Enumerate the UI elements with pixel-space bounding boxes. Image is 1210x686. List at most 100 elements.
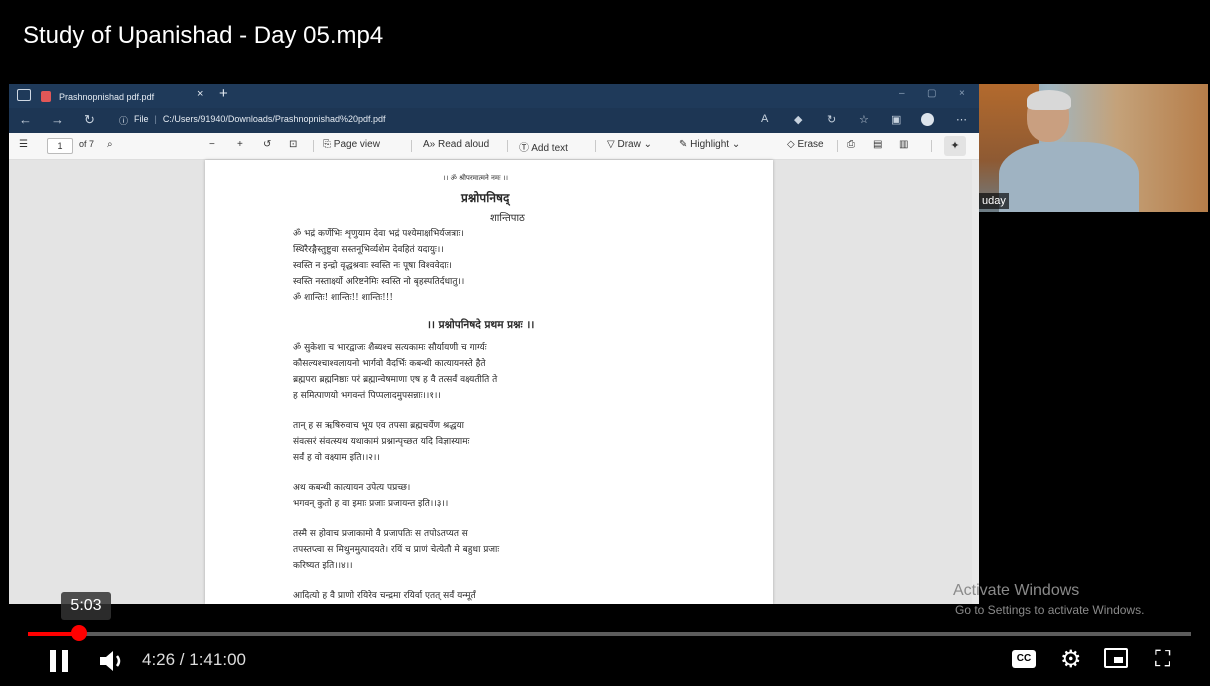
fit-page-icon[interactable]: ⊡	[289, 139, 297, 150]
miniplayer-icon[interactable]	[1104, 648, 1128, 668]
activate-windows-subtitle: Go to Settings to activate Windows.	[955, 603, 1145, 617]
webcam-video: uday	[979, 84, 1208, 212]
add-text-label: Add text	[531, 143, 568, 154]
url-field[interactable]: ⓘ File | C:/Users/91940/Downloads/Prashn…	[119, 114, 386, 127]
zoom-in-icon[interactable]: +	[237, 139, 243, 150]
page-view-button[interactable]: ⎘ Page view	[323, 139, 380, 150]
browser-tab[interactable]: Prashnopnishad pdf.pdf	[41, 87, 211, 106]
activate-windows-title: Activate Windows	[953, 582, 1080, 599]
erase-label: Erase	[797, 139, 824, 150]
add-text-button[interactable]: Ⓣ Add text	[519, 139, 568, 154]
profile-avatar[interactable]	[921, 113, 934, 126]
draw-icon: ▽	[607, 139, 618, 150]
pdf-page: ।। ॐ श्रीपरमात्मने नमः ।। प्रश्नोपनिषद् …	[205, 160, 773, 604]
document-scrollbar[interactable]	[972, 160, 979, 604]
progress-bar[interactable]	[28, 632, 1191, 636]
settings-gear-icon[interactable]: ⚙	[1060, 645, 1082, 674]
address-bar: ← → ↻ ⓘ File | C:/Users/91940/Downloads/…	[9, 108, 979, 133]
pause-icon	[62, 650, 68, 672]
draw-label: Draw	[617, 139, 641, 150]
refresh-icon[interactable]: ↻	[84, 112, 95, 128]
verse-line: ॐ शान्तिः! शान्तिः!! शान्तिः!!!	[293, 293, 393, 303]
pdf-icon	[41, 91, 51, 102]
para-line: अथ कबन्धी कात्यायन उपेत्य पप्रच्छ।	[293, 483, 411, 493]
close-window-button[interactable]: ×	[959, 88, 965, 99]
read-aloud-label: Read aloud	[438, 139, 490, 150]
url-separator: |	[154, 114, 157, 124]
page-view-icon: ⎘	[323, 139, 334, 150]
draw-button[interactable]: ▽ Draw ⌄	[607, 139, 652, 150]
minimize-button[interactable]: –	[899, 88, 905, 99]
pdf-title: प्रश्नोपनिषद्	[461, 191, 510, 205]
new-tab-button[interactable]: +	[219, 85, 228, 102]
maximize-button[interactable]: ▢	[927, 88, 936, 99]
para-line: भगवन् कुतो ह वा इमाः प्रजाः प्रजायन्त इत…	[293, 499, 449, 509]
volume-icon[interactable]	[98, 648, 126, 674]
verse-line: स्वस्ति न इन्द्रो वृद्धश्रवाः स्वस्ति नः…	[293, 261, 452, 271]
para-line: तपस्तप्त्वा स मिथुनमुत्पादयते। रयिं च प्…	[293, 545, 500, 555]
para-line: ॐ सुकेशा च भारद्वाजः शैब्यश्च सत्यकामः स…	[293, 343, 487, 353]
pin-toolbar-icon[interactable]: ✦	[944, 136, 966, 156]
toolbar-divider	[931, 140, 932, 152]
time-display: 4:26 / 1:41:00	[142, 650, 246, 669]
para-line: सर्वं ह वो वक्ष्याम इति।।२।।	[293, 453, 380, 463]
toolbar-divider	[595, 140, 596, 152]
webcam-name-label: uday	[979, 193, 1009, 209]
save-icon[interactable]: ▤	[873, 139, 882, 150]
info-icon: ⓘ	[119, 116, 129, 126]
seek-time-tooltip: 5:03	[61, 592, 111, 620]
verse-line: ॐ भद्रं कर्णेभिः शृणुयाम देवा भद्रं पश्य…	[293, 229, 464, 239]
para-line: संवत्सरं संवत्स्यथ यथाकामं प्रश्नान्पृच्…	[293, 437, 470, 447]
print-icon[interactable]: ⎙	[847, 139, 855, 150]
invocation-line: ।। ॐ श्रीपरमात्मने नमः ।।	[443, 174, 509, 182]
para-line: ब्रह्मपरा ब्रह्मनिष्ठाः परं ब्रह्मान्वेष…	[293, 375, 498, 385]
progress-scrubber[interactable]	[71, 625, 88, 641]
captions-button[interactable]: CC	[1012, 650, 1036, 668]
contents-icon[interactable]: ☰	[19, 139, 28, 150]
search-icon[interactable]: ⌕	[107, 139, 113, 150]
refresh-page-icon[interactable]: ↻	[827, 113, 836, 126]
read-aloud-button[interactable]: A» Read aloud	[423, 139, 489, 150]
para-line: तान् ह स ऋषिरुवाच भूय एव तपसा ब्रह्मचर्य…	[293, 421, 464, 431]
pdf-toolbar: ☰ 1 of 7 ⌕ − + ↺ ⊡ ⎘ Page view A» Read a…	[9, 133, 979, 160]
para-line: करिष्यत इति।।४।।	[293, 561, 353, 571]
url-text: C:/Users/91940/Downloads/Prashnopnishad%…	[162, 114, 386, 124]
tab-close-icon[interactable]: ×	[197, 88, 203, 100]
extension-icon[interactable]: ◆	[794, 113, 802, 126]
para-line: कौसल्यश्चाश्वलायनो भार्गवो वैदर्भिः कबन्…	[293, 359, 486, 369]
video-title: Study of Upanishad - Day 05.mp4	[23, 22, 384, 49]
zoom-out-icon[interactable]: −	[209, 139, 215, 150]
save-as-icon[interactable]: ▥	[899, 139, 908, 150]
para-line: ह समित्पाणयो भगवन्तं पिप्पलादमुपसन्नाः।।…	[293, 391, 441, 401]
speaker-shirt	[999, 142, 1139, 212]
toolbar-divider	[411, 140, 412, 152]
erase-button[interactable]: ◇ Erase	[787, 139, 824, 150]
shantipath-heading: शान्तिपाठ	[490, 213, 525, 224]
collections-icon[interactable]: ▣	[891, 113, 901, 126]
exit-fullscreen-icon[interactable]: ⛶	[1155, 646, 1170, 672]
read-mode-icon[interactable]: A	[761, 113, 768, 125]
favorites-icon[interactable]: ☆	[859, 113, 869, 126]
read-aloud-icon: A»	[423, 139, 439, 150]
toolbar-divider	[837, 140, 838, 152]
highlight-icon: ✎	[679, 139, 691, 150]
page-number-input[interactable]: 1	[47, 138, 73, 154]
verse-line: स्थिरैरङ्गैस्तुष्टुवा सस्तनूभिर्व्यशेम द…	[293, 245, 444, 255]
tab-actions-icon[interactable]	[17, 89, 31, 101]
document-area[interactable]: ।। ॐ श्रीपरमात्मने नमः ।। प्रश्नोपनिषद् …	[9, 160, 979, 604]
tab-label: Prashnopnishad pdf.pdf	[59, 91, 155, 102]
browser-tab-bar: Prashnopnishad pdf.pdf × + – ▢ ×	[9, 84, 979, 108]
shared-screen: Prashnopnishad pdf.pdf × + – ▢ × ← → ↻ ⓘ…	[9, 84, 979, 604]
verse-line: स्वस्ति नस्तार्क्ष्यो अरिष्टनेमिः स्वस्त…	[293, 277, 465, 287]
page-view-label: Page view	[333, 139, 380, 150]
toolbar-divider	[313, 140, 314, 152]
erase-icon: ◇	[787, 139, 798, 150]
back-icon[interactable]: ←	[19, 112, 32, 127]
more-menu-icon[interactable]: ⋯	[956, 113, 967, 126]
url-prefix: File	[134, 114, 149, 124]
rotate-icon[interactable]: ↺	[263, 139, 271, 150]
toolbar-divider	[507, 140, 508, 152]
speaker-hair	[1027, 90, 1071, 110]
highlight-button[interactable]: ✎ Highlight ⌄	[679, 139, 740, 150]
forward-icon[interactable]: →	[51, 112, 64, 127]
